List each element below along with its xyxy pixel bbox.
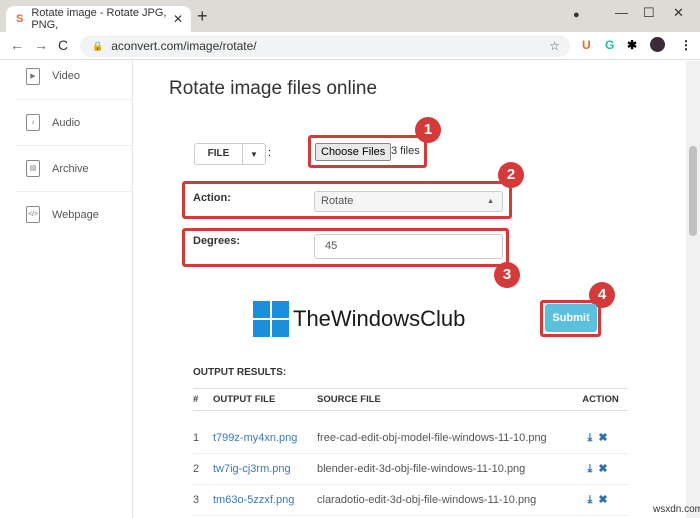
output-file-link[interactable]: tw7ig-cj3rm.png [213,463,291,475]
callout-2: 2 [498,162,524,188]
sidebar-item-archive[interactable]: ▤ Archive [16,145,133,191]
close-tab-icon[interactable]: ✕ [173,12,183,26]
callout-1: 1 [415,117,441,143]
back-icon[interactable]: ← [10,37,24,53]
lock-icon: 🔒 [92,40,104,51]
windows-logo-icon [253,301,289,337]
table-row: 2 tw7ig-cj3rm.png blender-edit-3d-obj-file… [193,453,628,485]
highlight-box-2 [182,181,512,219]
col-header-action: ACTION [573,388,628,411]
col-header-source: SOURCE FILE [317,388,573,411]
forward-icon[interactable]: → [34,37,48,53]
file-source-dropdown[interactable]: FILE ▼ [194,143,266,165]
browser-tab[interactable]: S Rotate image - Rotate JPG, PNG, ✕ [6,6,191,32]
watermark: wsxdn.com [653,504,700,515]
table-row: 3 tm63o-5zzxf.png claradotio-edit-3d-obj-f… [193,484,628,516]
sidebar-item-audio[interactable]: ♪ Audio [16,99,133,145]
page-title: Rotate image files online [169,78,378,99]
delete-icon[interactable]: ✖ [598,432,607,444]
colon: : [268,147,272,159]
tab-title: Rotate image - Rotate JPG, PNG, [31,7,167,31]
sidebar-item-video[interactable]: ▶ Video [16,53,133,99]
favicon-icon: S [16,13,24,25]
highlight-box-1 [308,135,427,168]
thewindowsclub-logo: TheWindowsClub [253,301,465,337]
scrollbar[interactable] [686,61,700,518]
archive-icon: ▤ [26,160,40,177]
highlight-box-3 [182,228,509,267]
col-header-number: # [193,388,213,411]
delete-icon[interactable]: ✖ [598,494,607,506]
caret-down-icon: ▼ [250,149,258,159]
tab-bar: S Rotate image - Rotate JPG, PNG, ✕ + ● — … [0,0,700,32]
reload-icon[interactable]: C [58,37,68,53]
extensions-puzzle-icon[interactable]: ✱ [627,38,637,52]
bookmark-star-icon[interactable]: ☆ [549,39,560,53]
submit-button[interactable]: Submit [545,304,597,332]
new-tab-button[interactable]: + [197,6,208,27]
sidebar-item-webpage[interactable]: </> Webpage [16,191,133,237]
sidebar-item-label: Video [52,70,80,82]
row-number: 3 [193,484,213,516]
source-file: free-cad-edit-obj-model-file-windows-11-… [317,422,573,454]
sidebar-item-label: Archive [52,162,89,175]
delete-icon[interactable]: ✖ [598,463,607,475]
maximize-button[interactable]: ☐ [643,5,655,21]
file-button-label: FILE [195,144,243,164]
output-file-link[interactable]: tm63o-5zzxf.png [213,494,294,506]
logo-text: TheWindowsClub [293,306,466,331]
menu-kebab-icon[interactable]: ⋮ [680,38,692,52]
webpage-icon: </> [26,206,40,223]
minimize-button[interactable]: — [615,5,628,20]
source-file: blender-edit-3d-obj-file-windows-11-10.p… [317,453,573,485]
output-results-label: OUTPUT RESULTS: [193,367,287,378]
avatar[interactable] [650,37,665,52]
scrollbar-thumb[interactable] [689,146,697,236]
col-header-output: OUTPUT FILE [213,388,317,411]
video-icon: ▶ [26,67,40,85]
download-icon[interactable]: ⤓ [587,463,592,475]
sidebar-item-label: Audio [52,116,81,129]
sidebar: ▶ Video ♪ Audio ▤ Archive </> Webpage [0,61,133,518]
table-row: 1 t799z-my4xn.png free-cad-edit-obj-model-… [193,422,628,454]
profile-menu-icon[interactable]: ● [573,9,580,21]
output-table: # OUTPUT FILE SOURCE FILE ACTION 1 t799z-… [193,388,628,516]
grammarly-icon[interactable]: G [605,38,614,52]
extension-u-icon[interactable]: U [582,38,591,52]
download-icon[interactable]: ⤓ [587,494,592,506]
close-window-button[interactable]: ✕ [673,5,684,21]
url-text: aconvert.com/image/rotate/ [111,39,257,53]
callout-3: 3 [494,262,520,288]
sidebar-item-label: Webpage [52,208,99,221]
download-icon[interactable]: ⤓ [587,432,592,444]
row-number: 1 [193,422,213,454]
output-file-link[interactable]: t799z-my4xn.png [213,432,297,444]
row-number: 2 [193,453,213,485]
audio-icon: ♪ [26,114,40,131]
address-bar[interactable]: 🔒 aconvert.com/image/rotate/ ☆ [80,35,570,57]
source-file: claradotio-edit-3d-obj-file-windows-11-1… [317,484,573,516]
